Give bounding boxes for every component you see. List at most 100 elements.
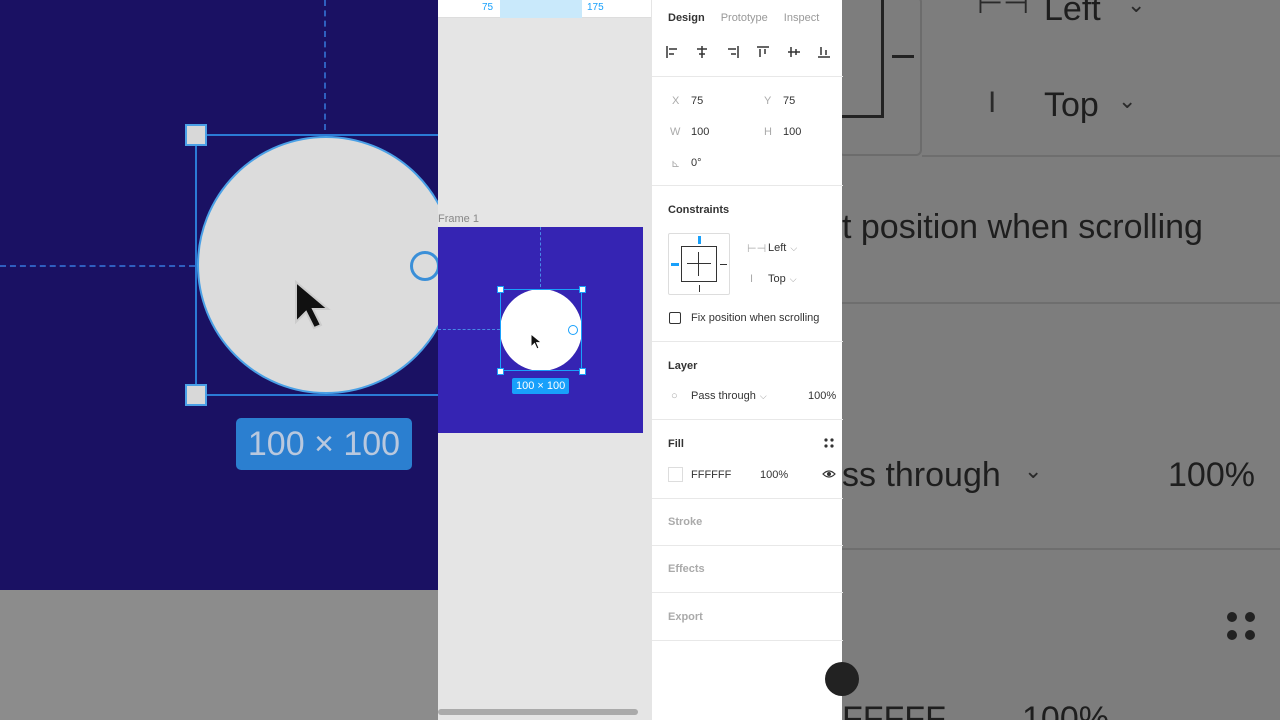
screen: 100 × 100 ⊢⊣ Left ⌄ I Top ⌄ t position w…: [0, 0, 1280, 720]
align-left-icon[interactable]: [664, 44, 684, 62]
frame[interactable]: 100 × 100: [438, 227, 643, 433]
tab-prototype[interactable]: Prototype: [721, 12, 768, 24]
zoomed-constraint-dash: [892, 55, 914, 58]
constraint-center-v[interactable]: [698, 252, 699, 276]
zoomed-selection-box: [195, 134, 438, 396]
zoomed-top-label: Top: [1044, 86, 1099, 124]
constraint-top-marker[interactable]: [698, 236, 701, 244]
constraint-left-marker[interactable]: [671, 263, 679, 266]
stroke-title[interactable]: Stroke: [668, 516, 702, 528]
guide-vertical: [540, 227, 541, 287]
tab-inspect[interactable]: Inspect: [784, 12, 819, 24]
divider: [652, 76, 843, 77]
rotation-field[interactable]: 0°: [691, 157, 702, 169]
properties-panel: Design Prototype Inspect X 75 Y 75 W 100…: [651, 0, 843, 720]
zoomed-fix-text: t position when scrolling: [842, 208, 1203, 246]
constraint-box: [681, 246, 717, 282]
height-field[interactable]: 100: [783, 126, 801, 138]
zoomed-horizontal-constraint-icon: ⊢⊣: [977, 0, 1030, 20]
x-field[interactable]: 75: [691, 95, 703, 107]
fill-title: Fill: [668, 438, 684, 450]
zoomed-vertical-constraint-icon: I: [988, 86, 997, 119]
fix-position-checkbox[interactable]: [669, 312, 681, 324]
width-field[interactable]: 100: [691, 126, 709, 138]
size-label: 100 × 100: [512, 378, 570, 394]
blend-mode-value: Pass through: [691, 390, 756, 402]
resize-handle-top-right[interactable]: [579, 286, 586, 293]
frame-label[interactable]: Frame 1: [438, 213, 479, 225]
align-top-icon[interactable]: [755, 44, 775, 62]
resize-handle-bottom-right[interactable]: [579, 368, 586, 375]
vertical-constraint-icon: I: [750, 273, 754, 285]
arc-handle[interactable]: [568, 325, 578, 335]
fill-hex-field[interactable]: FFFFFF: [691, 469, 731, 481]
panel-tabs: Design Prototype Inspect: [668, 12, 819, 24]
canvas[interactable]: 75 175 Frame 1 100 × 100: [438, 0, 651, 720]
zoomed-pct-text: 100%: [1022, 700, 1109, 720]
zoomed-divider: [842, 548, 1280, 550]
zoomed-chevron-down-icon: ⌄: [1118, 88, 1137, 113]
ruler-start-value: 75: [482, 2, 494, 13]
alignment-toolbar: [664, 44, 836, 62]
fill-opacity-field[interactable]: 100%: [760, 469, 788, 481]
layer-opacity-field[interactable]: 100%: [808, 390, 836, 402]
h-label: H: [764, 126, 772, 138]
align-vertical-center-icon[interactable]: [786, 44, 806, 62]
vertical-constraint-value: Top: [768, 273, 786, 285]
zoomed-styles-icon: [1227, 612, 1257, 640]
horizontal-scrollbar[interactable]: [438, 709, 638, 715]
chevron-down-icon: ⌵: [759, 391, 767, 401]
zoomed-hex-text: FFFFF: [842, 700, 946, 720]
layer-title: Layer: [668, 360, 698, 372]
divider: [652, 419, 843, 420]
resize-handle-bottom-left[interactable]: [497, 368, 504, 375]
blend-mode-select[interactable]: Pass through ⌵: [691, 390, 767, 402]
horizontal-constraint-select[interactable]: Left ⌵: [768, 242, 797, 254]
zoomed-handle: [185, 124, 207, 146]
constraint-bottom-marker[interactable]: [699, 285, 700, 292]
zoomed-divider: [842, 302, 1280, 304]
divider: [652, 341, 843, 342]
fix-position-label[interactable]: Fix position when scrolling: [691, 312, 819, 324]
export-title[interactable]: Export: [668, 611, 703, 623]
zoomed-backdrop-left: 100 × 100: [0, 0, 438, 720]
zoomed-canvas-strip: [0, 590, 438, 720]
x-label: X: [672, 95, 680, 107]
zoomed-size-badge: 100 × 100: [236, 418, 412, 470]
divider: [652, 640, 843, 641]
zoomed-opacity-text: 100%: [1168, 456, 1255, 494]
tab-design[interactable]: Design: [668, 12, 705, 24]
zoomed-left-label: Left: [1044, 0, 1101, 28]
divider: [652, 185, 843, 186]
fill-color-swatch[interactable]: [668, 467, 683, 482]
constraint-center-h[interactable]: [687, 263, 711, 264]
zoomed-chevron-down-icon: ⌄: [1024, 458, 1043, 483]
styles-grid-icon[interactable]: [824, 438, 834, 451]
help-button[interactable]: [825, 662, 859, 696]
horizontal-constraint-value: Left: [768, 242, 787, 254]
vertical-constraint-select[interactable]: Top ⌵: [768, 273, 797, 285]
w-label: W: [670, 126, 681, 138]
y-label: Y: [764, 95, 772, 107]
eye-icon[interactable]: [822, 469, 836, 482]
align-bottom-icon[interactable]: [816, 44, 836, 62]
chevron-down-icon: ⌵: [789, 274, 797, 284]
guide-horizontal: [438, 329, 500, 330]
align-horizontal-center-icon[interactable]: [694, 44, 714, 62]
constraints-title: Constraints: [668, 204, 730, 216]
y-field[interactable]: 75: [783, 95, 795, 107]
constraint-right-marker[interactable]: [720, 264, 727, 265]
horizontal-constraint-icon: ⊢⊣: [747, 243, 767, 255]
rotation-icon: ⊾: [671, 158, 681, 170]
zoomed-cursor-icon: [292, 278, 338, 337]
constraints-widget[interactable]: [668, 233, 730, 295]
mouse-cursor-icon: [530, 332, 544, 355]
blend-mode-icon: ○: [671, 390, 678, 402]
zoomed-backdrop-right: ⊢⊣ Left ⌄ I Top ⌄ t position when scroll…: [842, 0, 1280, 720]
zoomed-divider: [922, 155, 1280, 157]
effects-title[interactable]: Effects: [668, 563, 705, 575]
align-right-icon[interactable]: [725, 44, 745, 62]
zoomed-handle: [185, 384, 207, 406]
resize-handle-top-left[interactable]: [497, 286, 504, 293]
chevron-down-icon: ⌵: [790, 243, 798, 253]
